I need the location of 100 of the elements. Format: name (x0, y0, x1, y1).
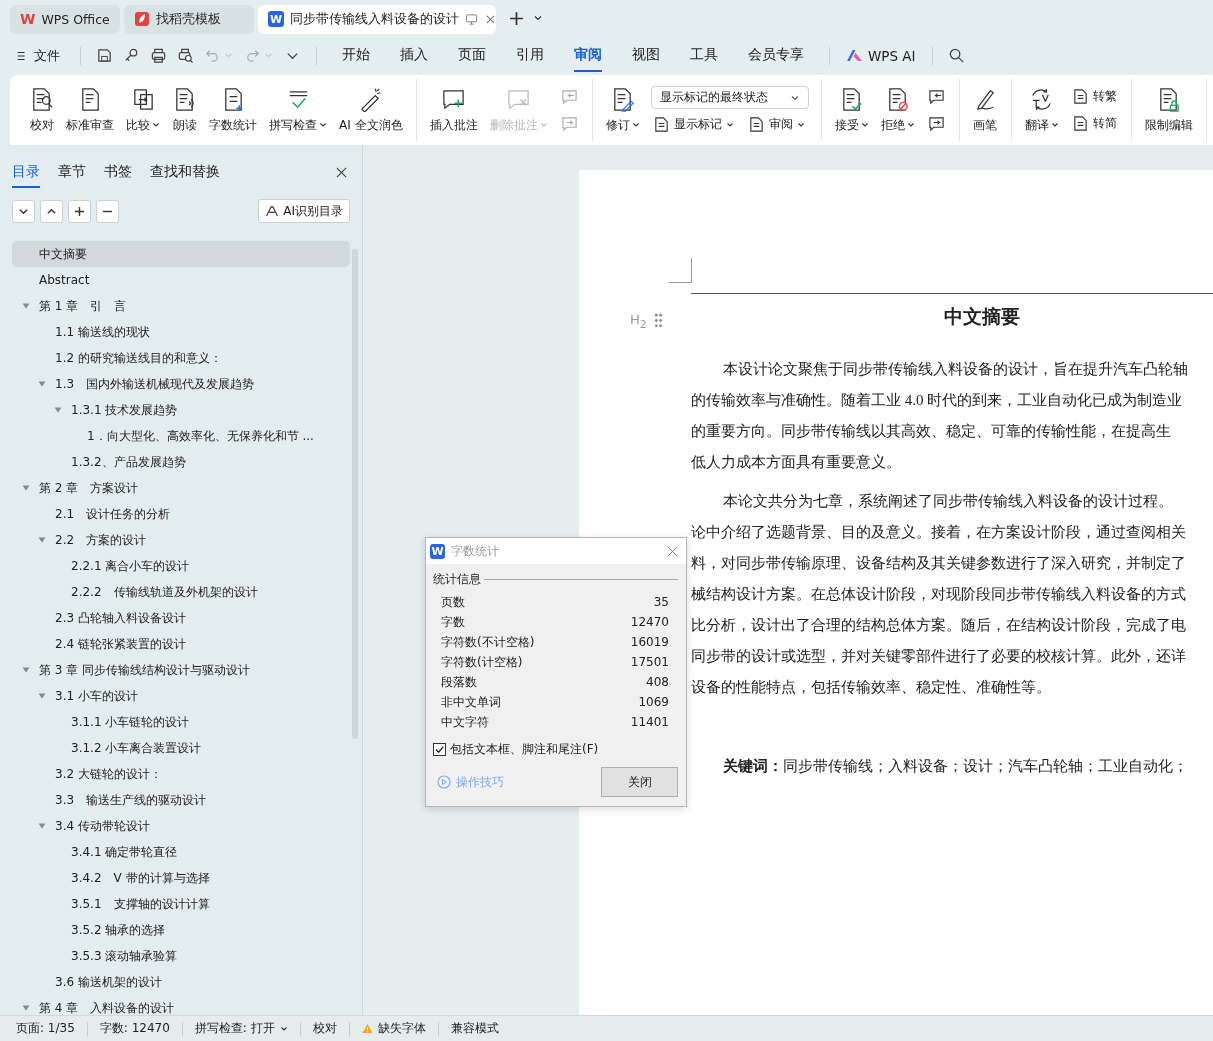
search-icon[interactable] (947, 47, 965, 64)
outline-item[interactable]: 2.1 设计任务的分析 (12, 501, 350, 527)
markup-dropdown[interactable]: 显示标记的最终状态 (650, 86, 809, 109)
ribbon-button[interactable]: 翻译 (1019, 84, 1064, 136)
ribbon-button[interactable]: 字数统计 (204, 84, 262, 136)
ribbon-tab[interactable]: 页面 (458, 39, 486, 72)
panel-tab[interactable]: 章节 (58, 163, 86, 188)
outline-item[interactable]: 3.2 大链轮的设计： (12, 761, 350, 787)
outline-item[interactable]: Abstract (12, 267, 350, 293)
outline-item[interactable]: 3.5.2 轴承的选择 (12, 917, 350, 943)
ribbon-button[interactable]: 比较 (121, 84, 165, 136)
collapse-button[interactable] (12, 199, 35, 223)
expand-toggle-icon[interactable] (22, 666, 30, 674)
ribbon-button[interactable]: 朗读 (167, 84, 202, 136)
outline-item[interactable]: 3.6 输送机架的设计 (12, 969, 350, 995)
outline-item[interactable]: 3.5.1 支撑轴的设计计算 (12, 891, 350, 917)
outline-item[interactable]: 第 3 章 同步传输线结构设计与驱动设计 (12, 657, 350, 683)
ribbon-button[interactable]: 拼写检查 (264, 84, 332, 136)
outline-item[interactable]: 1.1 输送线的现状 (12, 319, 350, 345)
status-text[interactable]: 页面: 1/35 (16, 1020, 75, 1037)
wps-ai-button[interactable]: WPS AI (846, 47, 916, 64)
ribbon-button[interactable]: 画笔 (967, 84, 1003, 136)
outline-item[interactable]: 2.3 凸轮轴入料设备设计 (12, 605, 350, 631)
print-icon[interactable] (150, 47, 167, 64)
outline-item[interactable]: 3.3 输送生产线的驱动设计 (12, 787, 350, 813)
expand-toggle-icon[interactable] (38, 822, 46, 830)
status-text[interactable]: 兼容模式 (450, 1020, 499, 1037)
panel-tab[interactable]: 查找和替换 (150, 163, 220, 188)
outline-item[interactable]: 第 4 章 入料设备的设计 (12, 995, 350, 1015)
panel-tab[interactable]: 目录 (12, 163, 40, 188)
stat-label: 中文字符 (441, 713, 489, 731)
status-text[interactable]: 字数: 12470 (99, 1020, 170, 1037)
panel-tab[interactable]: 书签 (104, 163, 132, 188)
outline-item[interactable]: 3.4.1 确定带轮直径 (12, 839, 350, 865)
close-button[interactable]: 关闭 (601, 767, 678, 797)
ribbon-button[interactable]: 显示标记 (650, 115, 736, 134)
outline-item[interactable]: 3.1.1 小车链轮的设计 (12, 709, 350, 735)
outline-item[interactable]: 1．向大型化、高效率化、无保养化和节 ... (12, 423, 350, 449)
outline-item[interactable]: 第 1 章 引 言 (12, 293, 350, 319)
ribbon-button[interactable]: 限制编辑 (1139, 84, 1198, 136)
status-text[interactable]: 校对 (312, 1020, 337, 1037)
outline-item[interactable]: 2.2 方案的设计 (12, 527, 350, 553)
outline-item[interactable]: 2.2.2 传输线轨道及外机架的设计 (12, 579, 350, 605)
monitor-icon[interactable] (465, 12, 478, 26)
expand-toggle-icon[interactable] (38, 692, 46, 700)
ribbon-button[interactable]: 标准审查 (61, 84, 119, 136)
outline-item[interactable]: 1.2 的研究输送线目的和意义： (12, 345, 350, 371)
outline-item[interactable]: 3.4.2 V 带的计算与选择 (12, 865, 350, 891)
ribbon-button[interactable]: 审阅 (745, 115, 807, 134)
ribbon-tab[interactable]: 开始 (342, 39, 370, 72)
ribbon-button[interactable]: 转简 (1069, 114, 1119, 133)
outline-item[interactable]: 3.5.3 滚动轴承验算 (12, 943, 350, 969)
ribbon-button[interactable]: 转繁 (1069, 87, 1119, 106)
window-tab[interactable]: W 同步带传输线入料设备的设计 (258, 4, 496, 34)
outline-item[interactable]: 3.4 传动带轮设计 (12, 813, 350, 839)
ribbon-button[interactable]: AI 全文润色 (334, 84, 408, 136)
ribbon-button[interactable]: 校对 (24, 84, 59, 136)
outline-item[interactable]: 1.3.2、产品发展趋势 (12, 449, 350, 475)
window-tab[interactable]: 找稻壳模板 (124, 4, 254, 34)
outline-item[interactable]: 3.1 小车的设计 (12, 683, 350, 709)
expand-toggle-icon[interactable] (38, 380, 46, 388)
ribbon-tab[interactable]: 视图 (632, 39, 660, 72)
outline-item[interactable]: 第 2 章 方案设计 (12, 475, 350, 501)
key-icon[interactable] (123, 47, 140, 64)
ribbon-tab[interactable]: 会员专享 (748, 39, 804, 72)
ribbon-tab[interactable]: 引用 (516, 39, 544, 72)
ribbon-button[interactable]: 插入批注 (424, 84, 483, 136)
missing-font-button[interactable]: 缺失字体 (361, 1020, 426, 1037)
print-preview-icon[interactable] (177, 47, 194, 64)
expand-toggle-icon[interactable] (22, 302, 30, 310)
checkbox[interactable] (433, 743, 446, 756)
checkbox-label[interactable]: 包括文本框、脚注和尾注(F) (450, 741, 599, 758)
ribbon-tab[interactable]: 工具 (690, 39, 718, 72)
ribbon-tab[interactable]: 插入 (400, 39, 428, 72)
outline-item[interactable]: 2.2.1 离合小车的设计 (12, 553, 350, 579)
ribbon-button[interactable]: 修订 (600, 84, 645, 136)
outline-item[interactable]: 1.3 国内外输送机械现代及发展趋势 (12, 371, 350, 397)
outline-item[interactable]: 1.3.1 技术发展趋势 (12, 397, 350, 423)
expand-toggle-icon[interactable] (54, 406, 62, 414)
new-tab-icon[interactable] (508, 9, 525, 27)
close-icon[interactable] (335, 166, 348, 179)
expand-button[interactable] (40, 199, 63, 223)
add-button[interactable] (68, 199, 91, 223)
ribbon-button[interactable]: 拒绝 (875, 84, 920, 136)
spellcheck-status-button[interactable]: 拼写检查: 打开 (194, 1020, 288, 1037)
drag-handle-icon[interactable] (654, 313, 663, 328)
save-icon[interactable] (96, 47, 113, 64)
file-menu[interactable]: 文件 (16, 46, 60, 65)
ribbon-tab[interactable]: 审阅 (574, 39, 602, 72)
ribbon-button[interactable]: 接受 (829, 84, 874, 136)
outline-item[interactable]: 2.4 链轮张紧装置的设计 (12, 631, 350, 657)
close-icon[interactable] (667, 545, 678, 557)
window-tab[interactable]: W WPS Office (10, 4, 120, 34)
ai-outline-button[interactable]: AI识别目录 (258, 199, 350, 223)
expand-toggle-icon[interactable] (38, 536, 46, 544)
expand-toggle-icon[interactable] (22, 484, 30, 492)
outline-item[interactable]: 中文摘要 (12, 241, 350, 267)
chevron-down-icon[interactable] (533, 13, 543, 23)
expand-toggle-icon[interactable] (22, 1004, 30, 1012)
outline-item[interactable]: 3.1.2 小车离合装置设计 (12, 735, 350, 761)
